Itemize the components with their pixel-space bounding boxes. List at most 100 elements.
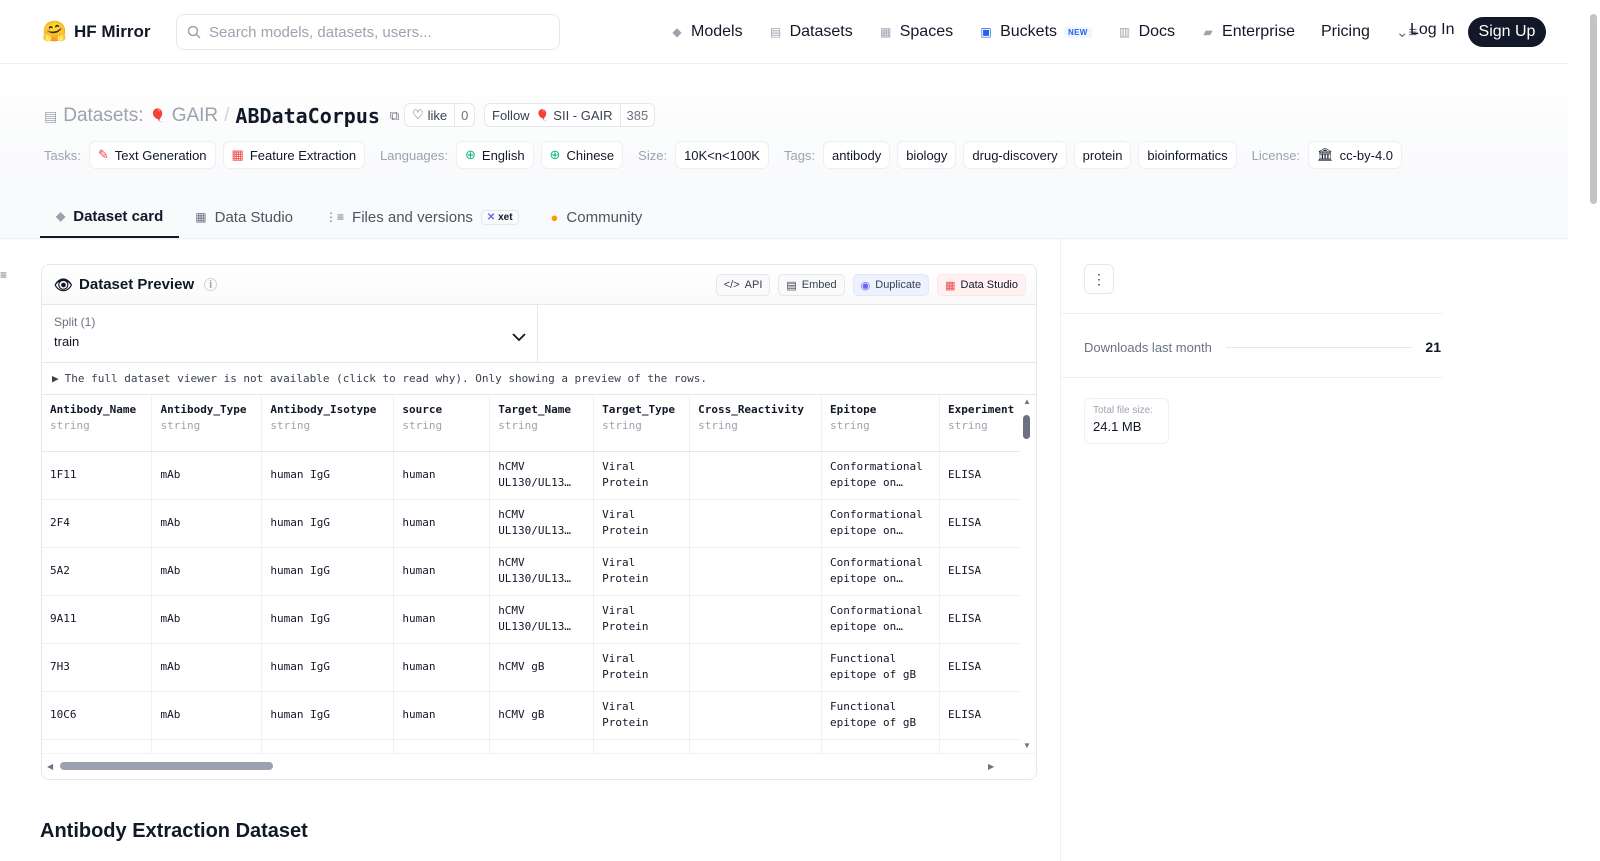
size-tag[interactable]: 10K<n<100K <box>675 141 769 169</box>
table-cell[interactable]: 1F11 <box>42 451 153 500</box>
like-button[interactable]: ♡ like 0 <box>404 103 476 127</box>
search-box[interactable] <box>176 14 560 50</box>
scroll-up-icon[interactable]: ▲ <box>1023 397 1031 406</box>
tab-dataset-card[interactable]: ◆ Dataset card <box>40 196 180 238</box>
tag-bioinformatics[interactable]: bioinformatics <box>1138 141 1237 169</box>
horizontal-scroll-thumb[interactable] <box>60 762 273 770</box>
table-cell[interactable]: Viral Protein <box>593 499 691 548</box>
nav-pricing[interactable]: Pricing <box>1321 20 1370 44</box>
api-button[interactable]: </> API <box>715 274 771 296</box>
table-cell[interactable]: hCMV UL130/UL13… <box>489 499 595 548</box>
table-cell[interactable]: human IgG <box>261 691 395 740</box>
signup-button[interactable]: Sign Up <box>1468 17 1546 47</box>
table-row[interactable]: 9A11 mAb human IgG human hCMV UL130/UL13… Vir… <box>42 595 1036 644</box>
table-cell[interactable]: human IgG <box>261 643 395 692</box>
task-tag-text-generation[interactable]: ✎ Text Generation <box>88 141 216 169</box>
column-header[interactable]: Cross_Reactivity string <box>689 395 823 452</box>
table-row[interactable]: 2F4 mAb human IgG human hCMV UL130/UL13… Vira… <box>42 499 1036 548</box>
table-cell[interactable]: human <box>393 691 491 740</box>
nav-models[interactable]: ◆ Models <box>670 20 742 44</box>
tag-protein[interactable]: protein <box>1073 141 1132 169</box>
table-cell[interactable]: hCMV UL130/UL13… <box>489 595 595 644</box>
table-cell[interactable]: 7H3 <box>42 643 153 692</box>
table-cell[interactable]: Viral Protein <box>593 547 691 596</box>
table-cell[interactable]: human IgG <box>261 595 395 644</box>
tab-files-and-versions[interactable]: ⋮≡ Files and versions ✕ xet <box>309 196 535 238</box>
language-tag-english[interactable]: ⊕ English <box>456 141 534 169</box>
tag-biology[interactable]: biology <box>897 141 957 169</box>
table-cell[interactable]: human <box>393 547 491 596</box>
table-cell[interactable]: Viral Protein <box>593 643 691 692</box>
duplicate-button[interactable]: ◉ Duplicate <box>852 274 930 296</box>
preview-table-wrapper[interactable]: Antibody_Name string Antibody_Type string … <box>42 395 1036 764</box>
split-select[interactable]: Split (1) train <box>42 305 538 363</box>
horizontal-scrollbar[interactable]: ◀ ▶ <box>42 753 1036 779</box>
table-cell[interactable]: human IgG <box>261 499 395 548</box>
table-cell[interactable]: hCMV gB <box>489 691 595 740</box>
data-studio-button[interactable]: ▦ Data Studio <box>937 274 1026 296</box>
table-cell[interactable] <box>689 643 823 692</box>
login-link[interactable]: Log In <box>1410 21 1454 39</box>
table-cell[interactable] <box>689 691 823 740</box>
table-cell[interactable]: mAb <box>151 499 263 548</box>
toc-toggle-icon[interactable]: ≡ <box>0 268 7 282</box>
table-cell[interactable]: mAb <box>151 451 263 500</box>
table-row[interactable]: 5A2 mAb human IgG human hCMV UL130/UL13… Vira… <box>42 547 1036 596</box>
table-cell[interactable]: human IgG <box>261 451 395 500</box>
column-header[interactable]: Antibody_Name string <box>42 395 153 452</box>
vertical-scroll-thumb[interactable] <box>1023 415 1030 439</box>
breadcrumb-org[interactable]: GAIR <box>172 105 218 127</box>
table-cell[interactable]: mAb <box>151 691 263 740</box>
table-cell[interactable] <box>689 595 823 644</box>
embed-button[interactable]: ▤ Embed <box>778 274 845 296</box>
table-row[interactable]: 10C6 mAb human IgG human hCMV gB Viral Protei… <box>42 691 1036 740</box>
table-cell[interactable] <box>689 547 823 596</box>
table-cell[interactable]: 9A11 <box>42 595 153 644</box>
scroll-right-icon[interactable]: ▶ <box>988 762 994 771</box>
follow-button[interactable]: Follow 🎈 SII - GAIR 385 <box>484 103 656 127</box>
table-cell[interactable]: Viral Protein <box>593 595 691 644</box>
table-cell[interactable]: hCMV UL130/UL13… <box>489 451 595 500</box>
table-cell[interactable]: mAb <box>151 547 263 596</box>
table-cell[interactable]: mAb <box>151 643 263 692</box>
page-scrollbar[interactable] <box>1588 0 1600 861</box>
tag-drug-discovery[interactable]: drug-discovery <box>963 141 1067 169</box>
table-cell[interactable]: Conformational epitope on… <box>821 451 940 500</box>
tab-community[interactable]: ● Community <box>535 196 659 238</box>
table-cell[interactable]: Viral Protein <box>593 691 691 740</box>
nav-datasets[interactable]: ▤ Datasets <box>769 20 853 44</box>
nav-buckets[interactable]: ▣ Buckets NEW <box>979 20 1092 44</box>
table-cell[interactable]: 10C6 <box>42 691 153 740</box>
logo[interactable]: 🤗 HF Mirror <box>42 20 151 44</box>
viewer-notice[interactable]: ▶ The full dataset viewer is not availabl… <box>42 363 1036 395</box>
search-input[interactable] <box>209 23 539 41</box>
more-options-button[interactable]: ⋮ <box>1084 264 1114 294</box>
table-cell[interactable]: human <box>393 643 491 692</box>
table-cell[interactable]: Viral Protein <box>593 451 691 500</box>
nav-enterprise[interactable]: ▰ Enterprise <box>1201 20 1295 44</box>
column-header[interactable]: source string <box>393 395 491 452</box>
table-cell[interactable]: Functional epitope of gB <box>821 691 940 740</box>
language-tag-chinese[interactable]: ⊕ Chinese <box>540 141 624 169</box>
column-header[interactable]: Antibody_Type string <box>151 395 263 452</box>
scroll-down-icon[interactable]: ▼ <box>1023 741 1031 750</box>
table-cell[interactable]: human <box>393 595 491 644</box>
table-cell[interactable]: human <box>393 451 491 500</box>
table-cell[interactable]: human <box>393 499 491 548</box>
table-cell[interactable] <box>689 451 823 500</box>
table-cell[interactable]: hCMV gB <box>489 643 595 692</box>
page-scroll-thumb[interactable] <box>1590 14 1597 204</box>
copy-icon[interactable]: ⧉ <box>390 108 399 124</box>
table-cell[interactable]: human IgG <box>261 547 395 596</box>
table-cell[interactable]: Conformational epitope on… <box>821 499 940 548</box>
table-cell[interactable]: 5A2 <box>42 547 153 596</box>
task-tag-feature-extraction[interactable]: ▦ Feature Extraction <box>222 141 366 169</box>
table-cell[interactable]: Functional epitope of gB <box>821 643 940 692</box>
tab-data-studio[interactable]: ▦ Data Studio <box>179 196 309 238</box>
table-cell[interactable] <box>689 499 823 548</box>
table-row[interactable]: 1F11 mAb human IgG human hCMV UL130/UL13… Vir… <box>42 451 1036 500</box>
nav-spaces[interactable]: ▦ Spaces <box>879 20 953 44</box>
column-header[interactable]: Antibody_Isotype string <box>261 395 395 452</box>
column-header[interactable]: Epitope string <box>821 395 940 452</box>
scroll-left-icon[interactable]: ◀ <box>47 762 53 771</box>
